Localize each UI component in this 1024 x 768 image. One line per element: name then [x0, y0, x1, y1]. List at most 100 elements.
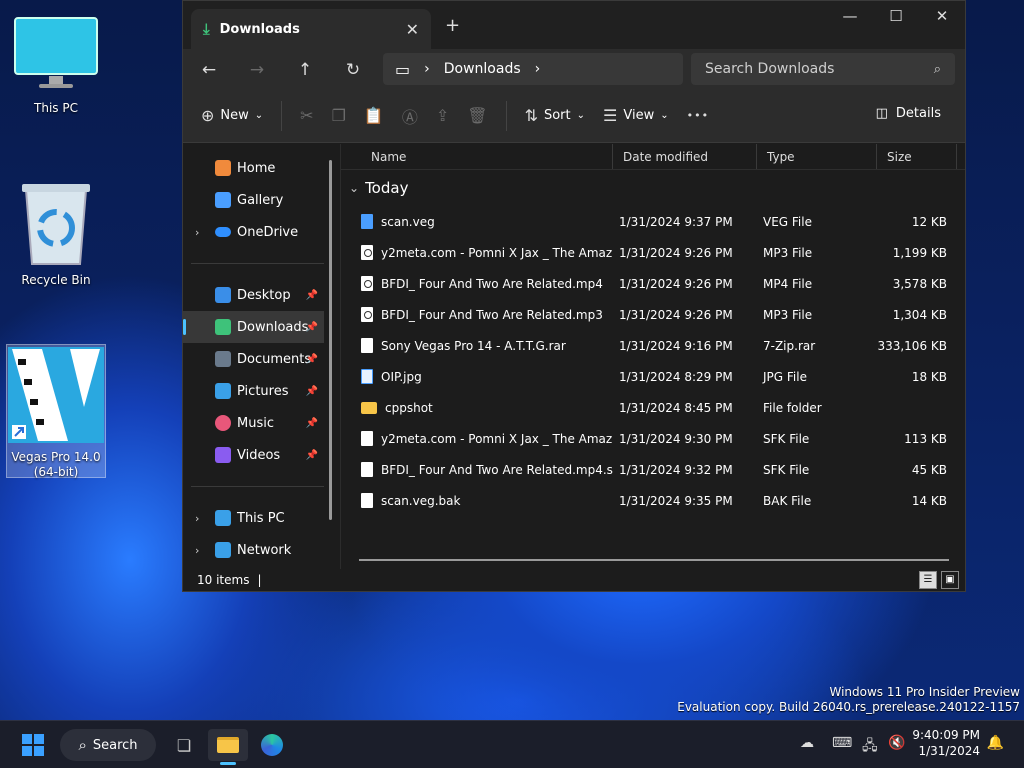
tab-downloads[interactable]: ⤓ Downloads ✕ [191, 9, 431, 49]
chevron-right-icon[interactable]: › [195, 512, 199, 525]
media-file-icon [361, 245, 373, 260]
cell-size: 3,578 KB [892, 276, 947, 291]
nav-item-pictures[interactable]: Pictures 📌 [183, 375, 340, 407]
breadcrumb[interactable]: ▭ › Downloads › [383, 53, 683, 85]
nav-item-downloads[interactable]: Downloads 📌 [183, 311, 324, 343]
cell-name: y2meta.com - Pomni X Jax _ The Amazin... [341, 431, 613, 446]
desktop-icon-this-pc[interactable]: This PC [8, 14, 104, 116]
start-button[interactable] [18, 729, 48, 761]
tiles-view-button[interactable]: ▣ [941, 571, 959, 589]
table-row[interactable]: cppshot 1/31/2024 8:45 PM File folder [341, 392, 965, 423]
taskbar-file-explorer[interactable] [208, 729, 248, 765]
volume-muted-icon[interactable]: 🔇 [888, 735, 905, 751]
breadcrumb-downloads[interactable]: Downloads [444, 61, 521, 77]
rename-button[interactable]: Ⓐ [402, 104, 418, 128]
view-button[interactable]: ☰ View ⌄ [603, 106, 669, 125]
cell-date: 1/31/2024 9:35 PM [619, 493, 733, 508]
cell-size: 18 KB [911, 369, 947, 384]
refresh-button[interactable]: ↻ [339, 57, 367, 85]
copy-button[interactable]: ❐ [332, 106, 346, 125]
close-tab-icon[interactable]: ✕ [406, 20, 419, 39]
nav-item-this-pc[interactable]: › This PC [183, 502, 340, 534]
table-row[interactable]: OIP.jpg 1/31/2024 8:29 PM JPG File 18 KB [341, 361, 965, 392]
chevron-right-icon[interactable]: › [195, 226, 199, 239]
share-button[interactable]: ⇪ [436, 106, 449, 125]
nav-item-network[interactable]: › Network [183, 534, 340, 566]
details-view-button[interactable]: ☰ [919, 571, 937, 589]
chevron-right-icon[interactable]: › [195, 544, 199, 557]
nav-item-gallery[interactable]: Gallery [183, 184, 340, 216]
breadcrumb-chevron-icon[interactable]: › [424, 61, 430, 77]
close-window-button[interactable]: ✕ [919, 5, 965, 29]
cell-size: 113 KB [904, 431, 947, 446]
notification-bell-icon[interactable]: 🔔 [987, 735, 1004, 751]
clock[interactable]: 9:40:09 PM 1/31/2024 [912, 727, 980, 759]
command-bar: ⊕ New ⌄ ✂ ❐ 📋 Ⓐ ⇪ 🗑 ⇅ Sort ⌄ ☰ View ⌄ ••… [183, 89, 965, 143]
nav-item-home[interactable]: Home [183, 152, 340, 184]
nav-item-onedrive[interactable]: › OneDrive [183, 216, 340, 248]
table-row[interactable]: BFDI_ Four And Two Are Related.mp4.sfk 1/… [341, 454, 965, 485]
file-name: Sony Vegas Pro 14 - A.T.T.G.rar [381, 338, 566, 353]
delete-button[interactable]: 🗑 [467, 106, 487, 125]
maximize-button[interactable]: ☐ [873, 5, 919, 29]
back-button[interactable]: ← [195, 57, 223, 85]
network-icon[interactable]: 🖧 [862, 735, 878, 759]
cell-type: File folder [763, 400, 822, 415]
cell-type: MP3 File [763, 245, 813, 260]
up-button[interactable]: ↑ [291, 57, 319, 85]
nav-item-music[interactable]: Music 📌 [183, 407, 340, 439]
group-header-today[interactable]: ⌄ Today [341, 170, 965, 206]
table-row[interactable]: y2meta.com - Pomni X Jax _ The Amazin...… [341, 237, 965, 268]
search-input[interactable]: Search Downloads ⌕ [691, 53, 955, 85]
sort-icon: ⇅ [524, 106, 538, 125]
item-count: 10 items [197, 573, 250, 587]
vegas-pro-icon [8, 347, 104, 443]
column-header-date[interactable]: Date modified [613, 144, 757, 169]
table-row[interactable]: Sony Vegas Pro 14 - A.T.T.G.rar 1/31/2024… [341, 330, 965, 361]
new-tab-button[interactable]: + [445, 15, 460, 36]
cell-name: cppshot [341, 401, 613, 415]
table-row[interactable]: BFDI_ Four And Two Are Related.mp3 1/31/2… [341, 299, 965, 330]
sort-button[interactable]: ⇅ Sort ⌄ [525, 106, 585, 125]
nav-item-desktop[interactable]: Desktop 📌 [183, 279, 340, 311]
nav-item-documents[interactable]: Documents 📌 [183, 343, 340, 375]
task-view-button[interactable]: ❏ [170, 729, 198, 761]
file-icon [361, 493, 373, 508]
cell-size: 45 KB [911, 462, 947, 477]
cut-button[interactable]: ✂ [300, 106, 313, 125]
cell-type: VEG File [763, 214, 812, 229]
cell-type: JPG File [763, 369, 807, 384]
pictures-icon [215, 383, 231, 399]
table-row[interactable]: y2meta.com - Pomni X Jax _ The Amazin...… [341, 423, 965, 454]
details-pane-button[interactable]: ◫ Details [876, 106, 941, 121]
new-button[interactable]: ⊕ New ⌄ [201, 106, 263, 125]
forward-button[interactable]: → [243, 57, 271, 85]
cell-size: 12 KB [911, 214, 947, 229]
toolbar-divider [281, 100, 283, 131]
nav-item-videos[interactable]: Videos 📌 [183, 439, 340, 471]
cloud-off-icon[interactable]: ☁ [800, 735, 814, 751]
desktop-icon-label: This PC [34, 101, 78, 115]
chevron-down-icon: ⌄ [576, 110, 586, 121]
column-header-size[interactable]: Size [877, 144, 957, 169]
table-row[interactable]: scan.veg.bak 1/31/2024 9:35 PM BAK File 14 … [341, 485, 965, 516]
keyboard-icon[interactable]: ⌨ [832, 735, 852, 751]
desktop-icon-recycle-bin[interactable]: Recycle Bin [8, 180, 104, 288]
paste-button[interactable]: 📋 [364, 106, 384, 125]
column-header-type[interactable]: Type [757, 144, 877, 169]
taskbar-edge[interactable] [256, 729, 288, 761]
table-row[interactable]: BFDI_ Four And Two Are Related.mp4 1/31/2… [341, 268, 965, 299]
more-options-button[interactable]: ••• [687, 109, 709, 122]
clock-time: 9:40:09 PM [912, 728, 980, 742]
cell-date: 1/31/2024 8:29 PM [619, 369, 733, 384]
column-header-name[interactable]: Name [341, 144, 613, 169]
minimize-button[interactable]: — [827, 5, 873, 29]
taskbar-search-button[interactable]: ⌕ Search [60, 729, 156, 761]
breadcrumb-chevron-icon[interactable]: › [535, 61, 541, 77]
table-row[interactable]: scan.veg 1/31/2024 9:37 PM VEG File 12 KB [341, 206, 965, 237]
cell-size: 333,106 KB [877, 338, 947, 353]
horizontal-scrollbar[interactable] [359, 559, 949, 561]
desktop-icon-vegas-pro[interactable]: Vegas Pro 14.0 (64-bit) [6, 344, 106, 479]
more-icon: ••• [686, 109, 710, 122]
nav-item-label: Pictures [237, 383, 289, 399]
